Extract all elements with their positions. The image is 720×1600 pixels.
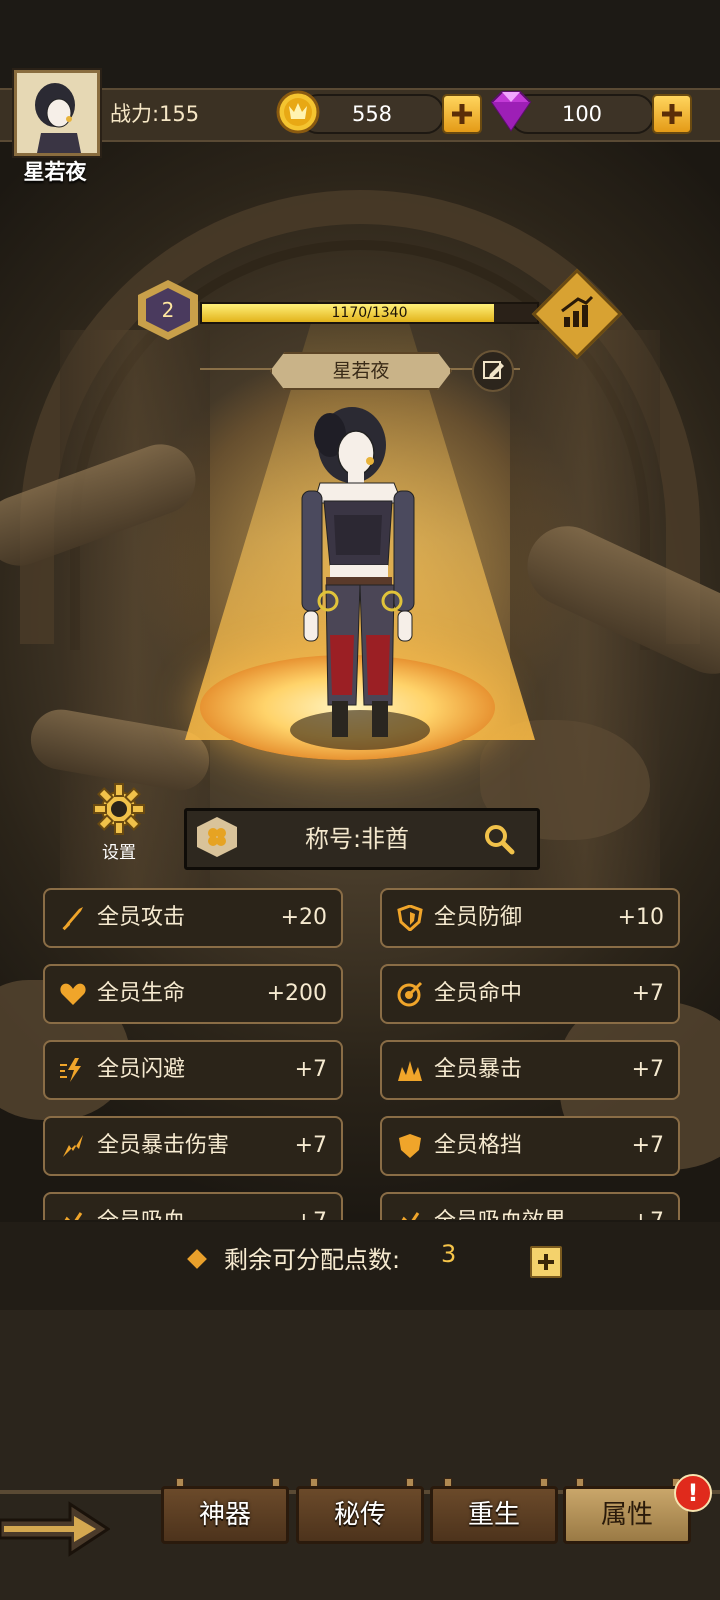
stat-row: 全员暴击 +7 [380,1040,680,1100]
player-avatar[interactable] [14,70,100,156]
tab-secret-art[interactable]: 秘传 [296,1486,424,1544]
add-gold-button[interactable] [442,94,482,134]
block-icon [399,1134,421,1158]
stat-value: +7 [632,1194,664,1220]
dodge-icon [60,1058,81,1082]
stat-label: 全员闪避 [97,1057,186,1082]
stat-value: +7 [631,981,664,1006]
title-selector[interactable]: 称号:非酋 [184,808,540,870]
crit-damage-icon [63,1135,83,1157]
attribute-list[interactable]: 全员攻击 +20 全员防御 +10 全员生命 +200 全员命中 +7 全员闪避… [0,880,720,1220]
back-button[interactable] [0,1498,111,1560]
stat-value: +10 [617,905,664,930]
hero-figure [301,407,415,737]
edit-name-button[interactable] [472,350,514,392]
stat-label: 全员吸血效果 [434,1194,566,1220]
stat-label: 全员命中 [434,981,523,1006]
gem-icon [484,88,538,134]
gold-coin-icon [276,90,320,134]
hero-name-plate: 星若夜 [270,352,452,390]
bar-chart-up-icon [561,295,594,327]
player-name: 星若夜 [23,160,87,184]
experience-text: 1170/1340 [331,305,408,321]
stat-row: 全员防御 +10 [380,888,680,948]
top-header-background [0,0,720,90]
avatar-portrait-icon [17,73,97,153]
tab-artifact[interactable]: 神器 [161,1486,289,1544]
remaining-points-value: 3 [441,1240,457,1268]
clover-badge-icon [197,817,237,857]
settings-button[interactable] [92,782,146,836]
tab-rebirth[interactable]: 重生 [430,1486,558,1544]
stat-row: 全员攻击 +20 [43,888,343,948]
sword-icon [62,907,83,931]
heart-icon [60,983,86,1005]
stat-row: 全员命中 +7 [380,964,680,1024]
experience-bar: 1170/1340 [200,302,539,324]
back-arrow-icon [0,1501,111,1557]
combat-power: 战力:155 [110,102,200,126]
stat-value: +20 [280,905,327,930]
stat-value: +7 [631,1057,664,1082]
pencil-icon [483,361,504,379]
stat-row: 全员吸血效果 +7 [380,1192,680,1220]
lifesteal-icon [64,1212,83,1220]
stat-row: 全员格挡 +7 [380,1116,680,1176]
stat-value: +7 [631,1133,664,1158]
target-icon [397,981,423,1007]
search-icon[interactable] [481,821,517,857]
add-gems-button[interactable] [652,94,692,134]
stat-row: 全员生命 +200 [43,964,343,1024]
stat-value: +7 [295,1194,327,1220]
gold-amount: 558 [351,102,393,126]
stat-label: 全员暴击伤害 [97,1133,230,1158]
gear-icon [93,783,145,835]
stat-value: +7 [294,1057,327,1082]
hero-character[interactable] [290,405,430,745]
stat-row: 全员暴击伤害 +7 [43,1116,343,1176]
allocate-points-button[interactable] [530,1246,562,1278]
shield-icon [397,905,423,931]
stat-value: +200 [266,981,327,1006]
remaining-points-label: 剩余可分配点数: [224,1246,401,1274]
lifesteal-effect-icon [401,1212,420,1220]
gold-counter: 558 [300,94,444,134]
title-text: 称号:非酋 [304,825,410,853]
stat-label: 全员暴击 [434,1057,523,1082]
stat-label: 全员格挡 [434,1133,523,1158]
stat-label: 全员吸血 [97,1194,185,1220]
stat-label: 全员生命 [97,981,186,1006]
stat-label: 全员防御 [434,905,523,930]
tab-attributes[interactable]: 属性 [563,1486,691,1544]
stat-row: 全员吸血 +7 [43,1192,343,1220]
crit-icon [398,1061,422,1081]
stat-row: 全员闪避 +7 [43,1040,343,1100]
stat-value: +7 [294,1133,327,1158]
settings-label: 设置 [102,843,136,863]
alert-badge: ! [674,1474,712,1512]
stat-label: 全员攻击 [97,905,186,930]
